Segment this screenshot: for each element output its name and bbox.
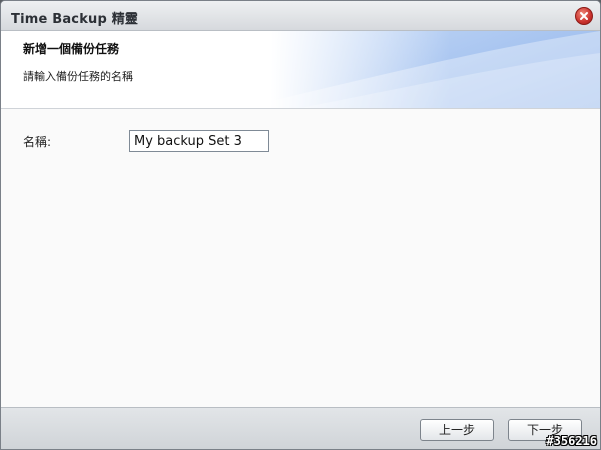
name-label: 名稱: [23, 135, 52, 149]
wizard-footer: 上一步 下一步 [1, 407, 600, 449]
wizard-step-subtitle: 請輸入備份任務的名稱 [23, 70, 133, 83]
wizard-header: 新增一個備份任務 請輸入備份任務的名稱 [1, 31, 600, 109]
backup-name-input[interactable] [129, 130, 269, 152]
title-bar: Time Backup 精靈 [1, 1, 600, 31]
window-title: Time Backup 精靈 [11, 12, 139, 27]
wizard-window: Time Backup 精靈 新增一個備份任務 請輸入備份任務的名稱 名稱: 上… [0, 0, 601, 450]
close-icon [580, 12, 588, 20]
close-button[interactable] [575, 7, 593, 25]
back-button[interactable]: 上一步 [420, 419, 494, 441]
wizard-step-title: 新增一個備份任務 [23, 42, 120, 56]
header-swoosh-graphic [240, 31, 600, 108]
watermark-id: #356216 [546, 434, 597, 448]
